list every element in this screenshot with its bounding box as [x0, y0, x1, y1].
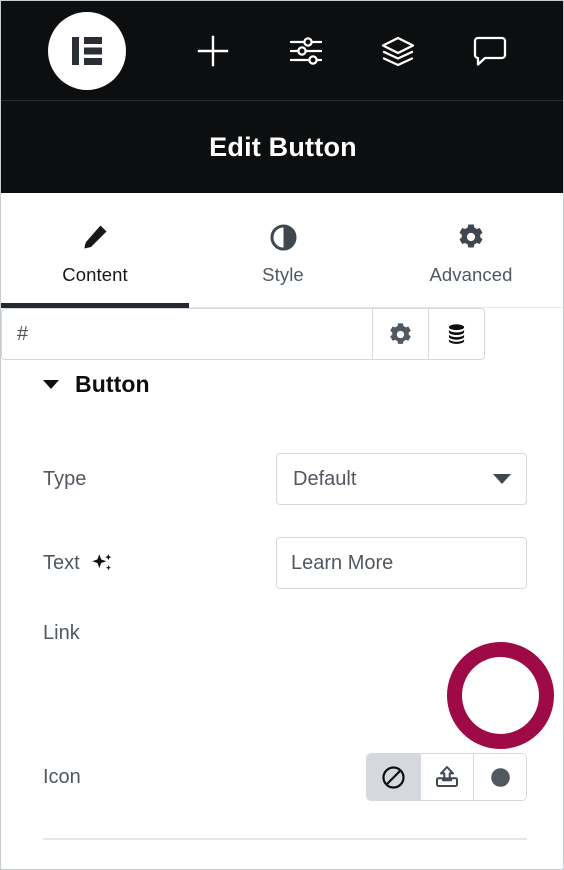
icon-choice-upload[interactable]: [420, 754, 473, 800]
notes-button[interactable]: [459, 20, 521, 82]
chevron-down-icon: [493, 474, 511, 484]
section-button-header[interactable]: Button: [43, 371, 150, 398]
layers-icon: [381, 36, 415, 66]
field-link-label: Link: [43, 621, 80, 644]
text-input[interactable]: [277, 538, 526, 588]
elementor-logo-button[interactable]: [48, 11, 126, 90]
field-type: Type Default: [43, 453, 527, 505]
tab-advanced-label: Advanced: [429, 264, 513, 285]
field-link-label-row: Link: [43, 620, 527, 646]
site-settings-button[interactable]: [275, 20, 337, 82]
tab-advanced[interactable]: Advanced: [377, 193, 563, 307]
type-select[interactable]: Default: [276, 453, 527, 505]
link-input-group: [1, 308, 485, 360]
panel-tabs: Content Style Advanced: [1, 193, 563, 308]
panel-header: Edit Button: [1, 100, 563, 193]
type-select-value: Default: [293, 467, 357, 490]
field-icon-label: Icon: [43, 765, 81, 788]
field-text: Text: [43, 537, 527, 589]
database-icon: [448, 323, 465, 344]
editor-toolbar: [1, 1, 563, 100]
gear-icon: [457, 222, 485, 252]
ban-icon: [382, 765, 405, 789]
elementor-logo-icon: [72, 36, 102, 65]
field-text-label: Text: [43, 551, 115, 576]
field-type-label: Type: [43, 467, 87, 490]
upload-icon: [436, 766, 458, 787]
text-input-group: [276, 537, 527, 589]
gear-icon: [390, 322, 411, 344]
chevron-down-icon: [43, 380, 59, 389]
tab-style[interactable]: Style: [189, 193, 377, 307]
field-icon: Icon: [43, 751, 527, 803]
link-input[interactable]: [2, 309, 372, 359]
link-dynamic-tags-button[interactable]: [428, 309, 484, 359]
section-title: Button: [75, 371, 150, 397]
tab-content[interactable]: Content: [1, 193, 189, 308]
icon-choice-group: [366, 753, 527, 801]
circle-icon: [490, 767, 510, 787]
plus-icon: [197, 35, 229, 66]
link-options-button[interactable]: [372, 309, 428, 359]
elementor-editor-panel: Edit Button Content Style Advanced Butto…: [0, 0, 564, 870]
page-title: Edit Button: [209, 131, 357, 162]
tab-style-label: Style: [262, 264, 304, 285]
icon-choice-none[interactable]: [367, 754, 420, 800]
sparkle-ai-icon: [91, 553, 112, 570]
section-divider: [43, 838, 527, 840]
icon-choice-library[interactable]: [473, 754, 526, 800]
sliders-icon: [289, 36, 323, 65]
pencil-icon: [81, 222, 109, 252]
contrast-icon: [270, 222, 297, 252]
tab-content-label: Content: [62, 264, 128, 285]
add-element-button[interactable]: [182, 20, 244, 82]
panel-body: Button Type Default Text Learn More Link…: [1, 308, 563, 869]
field-text-label-text: Text: [43, 551, 80, 574]
chat-bubble-icon: [473, 36, 507, 66]
structure-button[interactable]: [367, 20, 429, 82]
